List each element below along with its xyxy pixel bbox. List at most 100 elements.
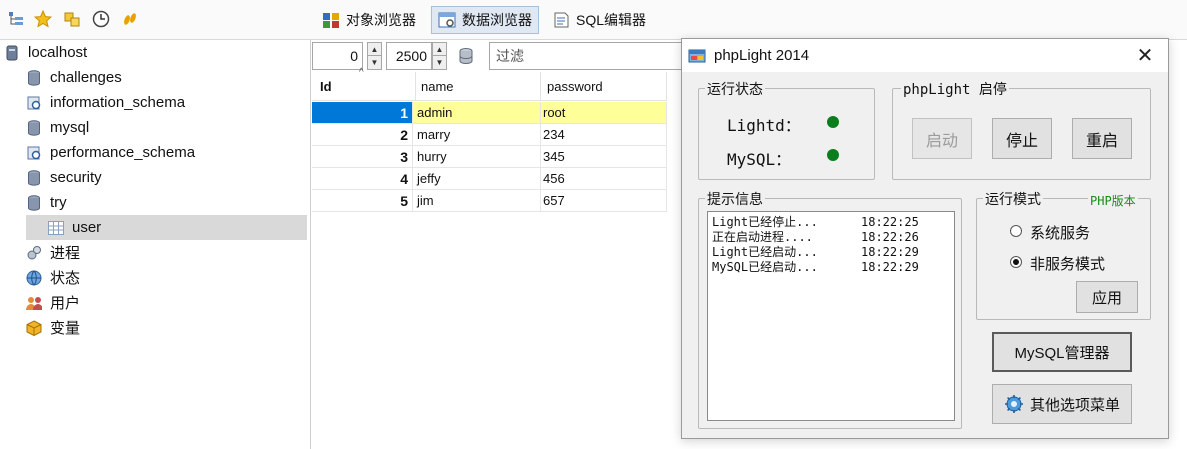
tree-processes[interactable]: 进程 — [26, 240, 80, 265]
table-row[interactable]: 4 jeffy 456 — [312, 168, 667, 190]
cell-name[interactable]: admin — [413, 102, 541, 124]
tree-variables[interactable]: 变量 — [26, 315, 80, 340]
table-icon — [48, 220, 64, 236]
log-message: Light已经停止... — [712, 215, 818, 229]
mysql-status-indicator — [827, 149, 839, 161]
log-time: 18:22:29 — [861, 245, 919, 259]
table-row[interactable]: 3 hurry 345 — [312, 146, 667, 168]
log-time: 18:22:25 — [861, 215, 919, 229]
radio-non-service[interactable] — [1010, 256, 1022, 268]
gear-icon — [1004, 394, 1024, 414]
log-message: MySQL已经启动... — [712, 260, 818, 274]
cell-password[interactable]: root — [541, 102, 667, 124]
object-browser-icon — [322, 11, 340, 29]
dialog-titlebar[interactable]: phpLight 2014 ✕ — [682, 39, 1168, 72]
tree-db-try[interactable]: try — [26, 190, 67, 215]
cell-name[interactable]: jim — [413, 190, 541, 212]
more-options-button[interactable]: 其他选项菜单 — [992, 384, 1132, 424]
log-time: 18:22:26 — [861, 230, 919, 244]
log-list[interactable]: Light已经停止... 18:22:25 正在启动进程.... 18:22:2… — [707, 211, 955, 421]
stop-button[interactable]: 停止 — [992, 118, 1052, 159]
main-toolbar: 对象浏览器 数据浏览器 SQL编辑器 — [0, 0, 1187, 40]
tree-db-security[interactable]: security — [26, 165, 102, 190]
tree-label: 状态 — [50, 270, 81, 287]
clock-history-icon[interactable] — [91, 9, 111, 29]
column-header-id[interactable]: Id — [312, 72, 416, 101]
more-options-label: 其他选项菜单 — [1029, 396, 1120, 414]
control-group-legend: phpLight 启停 — [901, 79, 1009, 99]
tab-data-browser[interactable]: 数据浏览器 — [431, 6, 539, 34]
users-icon — [26, 295, 42, 311]
tree-db-performance-schema[interactable]: performance_schema — [26, 140, 195, 165]
tab-label: 数据浏览器 — [462, 12, 532, 28]
cell-password[interactable]: 345 — [541, 146, 667, 168]
tree-label: localhost — [28, 44, 88, 61]
limit-stepper[interactable]: ▲ ▼ — [432, 42, 447, 70]
tree-label: security — [50, 169, 102, 186]
column-header-name[interactable]: name — [416, 72, 541, 101]
radio-system-service-label[interactable]: 系统服务 — [1030, 222, 1090, 243]
lightd-status-label: Lightd： — [727, 116, 801, 135]
restart-button[interactable]: 重启 — [1072, 118, 1132, 159]
tree-users[interactable]: 用户 — [26, 290, 80, 315]
system-database-icon — [26, 95, 42, 111]
tree-label: 用户 — [50, 295, 81, 312]
refresh-data-icon[interactable] — [455, 45, 477, 67]
tab-label: SQL编辑器 — [576, 12, 647, 28]
table-row[interactable]: 1 admin root — [312, 102, 667, 124]
package-icon — [26, 319, 42, 336]
table-row[interactable]: 5 jim 657 — [312, 190, 667, 212]
system-database-icon — [26, 145, 42, 161]
log-time: 18:22:29 — [861, 260, 919, 274]
mysql-status-label: MySQL： — [727, 150, 792, 169]
favorites-star-icon[interactable] — [33, 9, 53, 29]
filter-input[interactable]: 过滤 — [489, 42, 689, 70]
cell-id[interactable]: 5 — [312, 190, 413, 212]
info-group-legend: 提示信息 — [705, 189, 765, 209]
tab-object-browser[interactable]: 对象浏览器 — [316, 6, 422, 34]
cell-id[interactable]: 4 — [312, 168, 413, 190]
limit-input[interactable]: 2500 — [386, 42, 432, 70]
object-tree: localhost challenges information_schema … — [0, 40, 311, 449]
cell-id[interactable]: 2 — [312, 124, 413, 146]
apply-button[interactable]: 应用 — [1076, 281, 1138, 313]
data-browser-icon — [438, 11, 456, 29]
tab-sql-editor[interactable]: SQL编辑器 — [546, 6, 652, 34]
database-icon — [26, 194, 42, 211]
cell-id[interactable]: 1 — [312, 102, 413, 124]
offset-input[interactable]: 0 — [312, 42, 363, 70]
cell-password[interactable]: 456 — [541, 168, 667, 190]
cell-name[interactable]: hurry — [413, 146, 541, 168]
tree-label: user — [72, 219, 102, 236]
tree-label: try — [50, 194, 67, 211]
footsteps-icon[interactable] — [120, 9, 140, 29]
start-button[interactable]: 启动 — [912, 118, 972, 159]
column-header-password[interactable]: password — [541, 72, 667, 101]
radio-non-service-label[interactable]: 非服务模式 — [1030, 253, 1105, 274]
php-version-link[interactable]: PHP版本 — [1088, 192, 1138, 209]
table-row[interactable]: 2 marry 234 — [312, 124, 667, 146]
radio-system-service[interactable] — [1010, 225, 1022, 237]
tree-db-challenges[interactable]: challenges — [26, 65, 122, 90]
cell-id[interactable]: 3 — [312, 146, 413, 168]
tree-status[interactable]: 状态 — [26, 265, 80, 290]
database-icon — [26, 69, 42, 86]
mode-group-legend: 运行模式 — [983, 189, 1043, 209]
offset-stepper[interactable]: ▲ ▼ — [367, 42, 382, 70]
tree-db-mysql[interactable]: mysql — [26, 115, 89, 140]
database-icon — [26, 169, 42, 186]
cell-name[interactable]: marry — [413, 124, 541, 146]
cell-name[interactable]: jeffy — [413, 168, 541, 190]
close-icon[interactable]: ✕ — [1134, 45, 1156, 67]
mysql-manager-button[interactable]: MySQL管理器 — [992, 332, 1132, 372]
globe-icon — [26, 270, 42, 286]
tree-server-localhost[interactable]: localhost — [4, 40, 87, 65]
cell-password[interactable]: 657 — [541, 190, 667, 212]
tree-label: information_schema — [50, 94, 186, 111]
cell-password[interactable]: 234 — [541, 124, 667, 146]
connection-icon[interactable] — [62, 9, 82, 29]
tree-table-user[interactable]: user — [26, 215, 307, 240]
tree-view-icon[interactable] — [6, 9, 26, 29]
tree-db-information-schema[interactable]: information_schema — [26, 90, 185, 115]
gears-icon — [26, 245, 42, 261]
